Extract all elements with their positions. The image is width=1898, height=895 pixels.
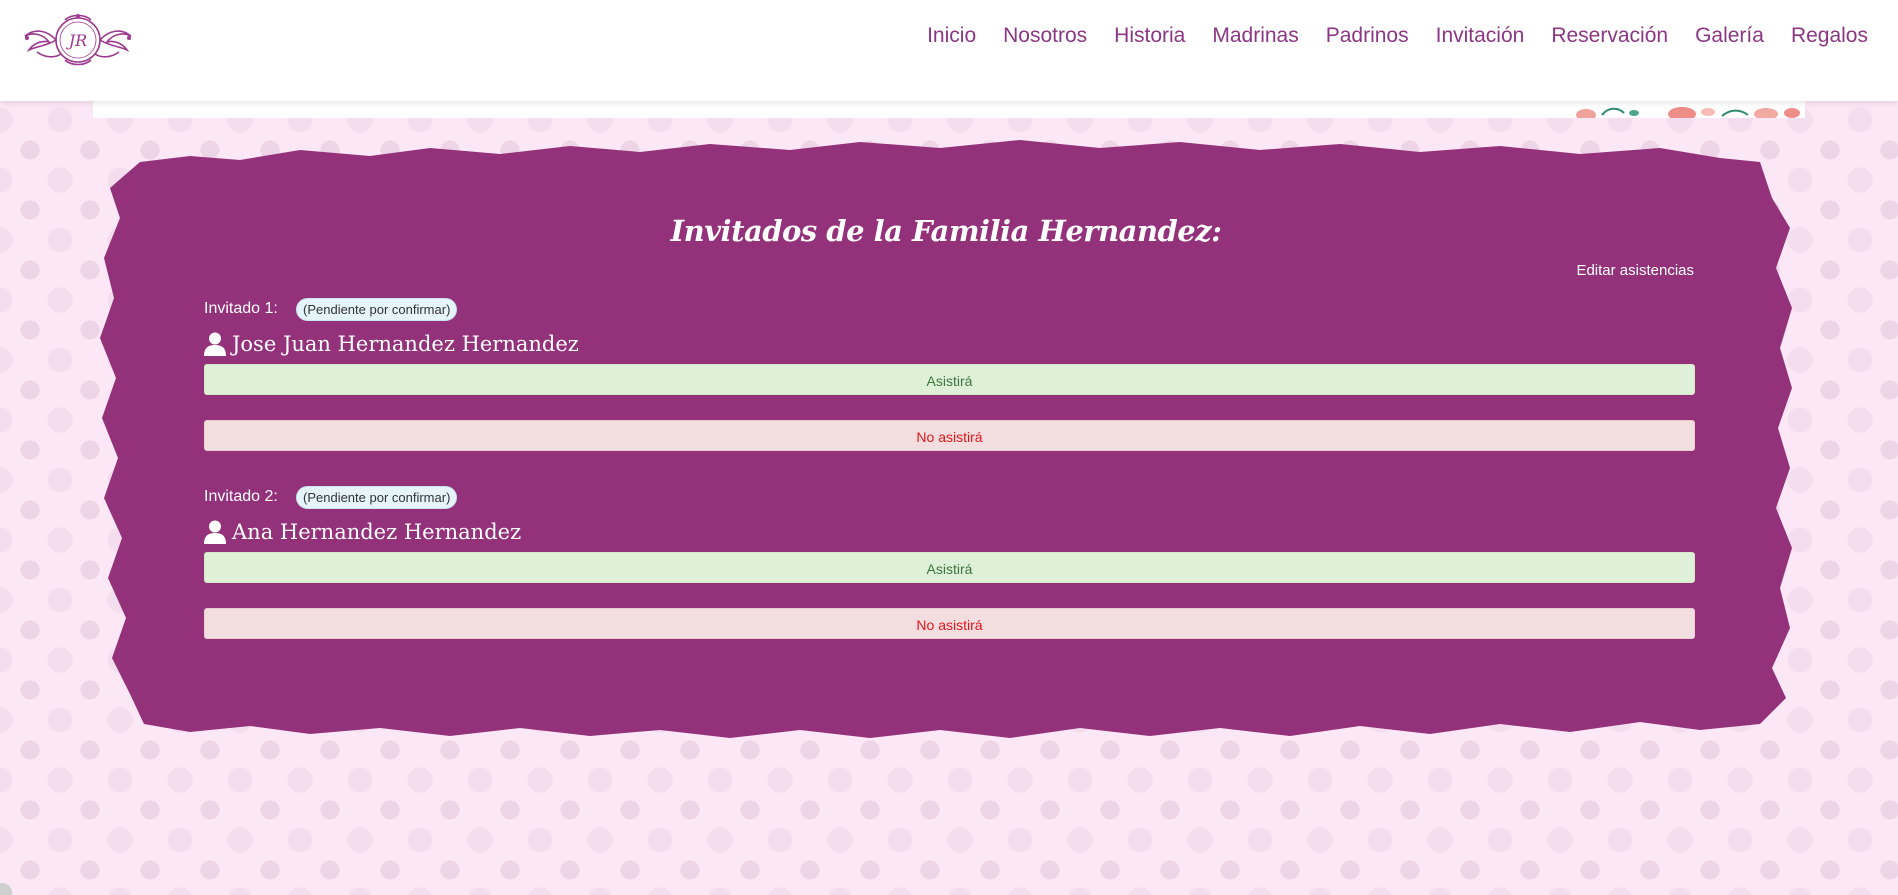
nav-item-reservacion[interactable]: Reservación	[1551, 24, 1668, 48]
status-badge: (Pendiente por confirmar)	[296, 485, 458, 509]
nav-item-regalos[interactable]: Regalos	[1791, 24, 1868, 48]
floral-decoration	[1576, 107, 1800, 118]
guest-name: Jose Juan Hernandez Hernandez	[232, 332, 579, 356]
guest-label: Invitado 1:	[204, 300, 278, 317]
nav-item-nosotros[interactable]: Nosotros	[1003, 24, 1087, 48]
guest-label-row: Invitado 1: (Pendiente por confirmar)	[204, 296, 1695, 322]
guest-card: Invitado 2: (Pendiente por confirmar) An…	[204, 484, 1695, 639]
nav-item-historia[interactable]: Historia	[1114, 24, 1185, 48]
user-icon	[204, 520, 226, 544]
decline-button[interactable]: No asistirá	[204, 420, 1695, 451]
attend-button[interactable]: Asistirá	[204, 552, 1695, 583]
nav-item-galeria[interactable]: Galería	[1695, 24, 1764, 48]
panel-title: Invitados de la Familia Hernandez:	[670, 214, 1222, 249]
user-icon	[204, 332, 226, 356]
status-badge: (Pendiente por confirmar)	[296, 297, 458, 321]
guest-name-row: Ana Hernandez Hernandez	[204, 518, 1695, 546]
guest-label: Invitado 2:	[204, 488, 278, 505]
main-nav: Inicio Nosotros Historia Madrinas Padrin…	[927, 24, 1868, 48]
guests-panel: Invitados de la Familia Hernandez: Edita…	[100, 138, 1792, 738]
attend-button[interactable]: Asistirá	[204, 364, 1695, 395]
site-header: JR Inicio Nosotros Historia Madrinas Pad…	[0, 0, 1898, 101]
guest-name-row: Jose Juan Hernandez Hernandez	[204, 330, 1695, 358]
guest-name: Ana Hernandez Hernandez	[232, 520, 522, 544]
guest-card: Invitado 1: (Pendiente por confirmar) Jo…	[204, 296, 1695, 451]
guest-label-row: Invitado 2: (Pendiente por confirmar)	[204, 484, 1695, 510]
nav-item-madrinas[interactable]: Madrinas	[1212, 24, 1298, 48]
nav-item-inicio[interactable]: Inicio	[927, 24, 976, 48]
monogram-logo[interactable]: JR	[17, 8, 139, 72]
decline-button[interactable]: No asistirá	[204, 608, 1695, 639]
header-strip	[93, 101, 1805, 118]
edit-attendance-link[interactable]: Editar asistencias	[1576, 262, 1694, 279]
logo-initials: JR	[66, 31, 87, 50]
nav-item-invitacion[interactable]: Invitación	[1436, 24, 1525, 48]
scroll-to-top-indicator[interactable]	[0, 883, 12, 895]
nav-item-padrinos[interactable]: Padrinos	[1326, 24, 1409, 48]
